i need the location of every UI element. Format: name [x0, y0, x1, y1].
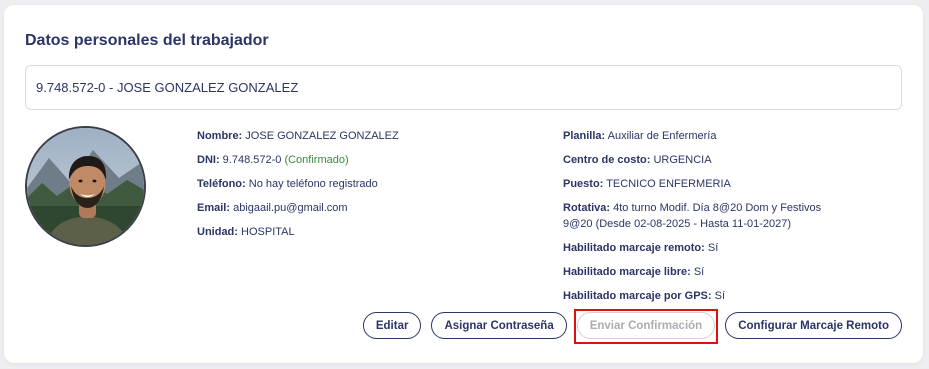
- field-rotativa: Rotativa: 4to turno Modif. Día 8@20 Dom …: [563, 200, 843, 232]
- field-label: DNI:: [197, 154, 220, 166]
- field-marcaje-remoto: Habilitado marcaje remoto: Sí: [563, 240, 843, 256]
- field-label: Rotativa:: [563, 202, 611, 214]
- action-buttons: Editar Asignar Contraseña Enviar Confirm…: [362, 309, 902, 344]
- field-label: Centro de costo:: [563, 154, 651, 166]
- field-label: Habilitado marcaje por GPS:: [563, 290, 712, 302]
- field-marcaje-libre: Habilitado marcaje libre: Sí: [563, 264, 843, 280]
- field-value: Sí: [707, 242, 719, 254]
- field-marcaje-gps: Habilitado marcaje por GPS: Sí: [563, 288, 843, 304]
- field-label: Email:: [197, 202, 231, 214]
- employment-info-column: Planilla: Auxiliar de Enfermería Centro …: [563, 128, 843, 312]
- worker-photo: [27, 128, 144, 245]
- field-dni: DNI: 9.748.572-0 (Confirmado): [197, 152, 537, 168]
- field-label: Planilla:: [563, 130, 606, 142]
- field-value: JOSE GONZALEZ GONZALEZ: [245, 130, 399, 142]
- field-nombre: Nombre: JOSE GONZALEZ GONZALEZ: [197, 128, 537, 144]
- field-label: Nombre:: [197, 130, 243, 142]
- field-value: HOSPITAL: [241, 226, 295, 238]
- field-centro-costo: Centro de costo: URGENCIA: [563, 152, 843, 168]
- field-label: Unidad:: [197, 226, 238, 238]
- field-value: 9.748.572-0: [222, 154, 282, 166]
- field-value: No hay teléfono registrado: [248, 178, 378, 190]
- worker-details-card: Datos personales del trabajador 9.748.57…: [4, 5, 923, 363]
- field-value: Sí: [693, 266, 705, 278]
- worker-select[interactable]: 9.748.572-0 - JOSE GONZALEZ GONZALEZ: [25, 65, 902, 110]
- field-value: abigaail.pu@gmail.com: [233, 202, 348, 214]
- edit-button[interactable]: Editar: [362, 312, 422, 339]
- field-label: Habilitado marcaje remoto:: [563, 242, 705, 254]
- field-label: Teléfono:: [197, 178, 246, 190]
- field-label: Habilitado marcaje libre:: [563, 266, 691, 278]
- personal-info-column: Nombre: JOSE GONZALEZ GONZALEZ DNI: 9.74…: [197, 128, 537, 248]
- field-email: Email: abigaail.pu@gmail.com: [197, 200, 537, 216]
- send-confirmation-button[interactable]: Enviar Confirmación: [573, 309, 719, 344]
- field-value: Auxiliar de Enfermería: [607, 130, 717, 142]
- field-unidad: Unidad: HOSPITAL: [197, 224, 537, 240]
- field-planilla: Planilla: Auxiliar de Enfermería: [563, 128, 843, 144]
- field-label: Puesto:: [563, 178, 604, 190]
- configure-remote-marking-button[interactable]: Configurar Marcaje Remoto: [725, 312, 902, 339]
- assign-password-button[interactable]: Asignar Contraseña: [431, 312, 567, 339]
- card-title: Datos personales del trabajador: [25, 32, 269, 49]
- field-value: URGENCIA: [653, 154, 712, 166]
- field-puesto: Puesto: TECNICO ENFERMERIA: [563, 176, 843, 192]
- field-value: Sí: [714, 290, 726, 302]
- field-value: TECNICO ENFERMERIA: [606, 178, 731, 190]
- avatar: [25, 126, 146, 247]
- confirmed-status: (Confirmado): [284, 154, 349, 166]
- field-telefono: Teléfono: No hay teléfono registrado: [197, 176, 537, 192]
